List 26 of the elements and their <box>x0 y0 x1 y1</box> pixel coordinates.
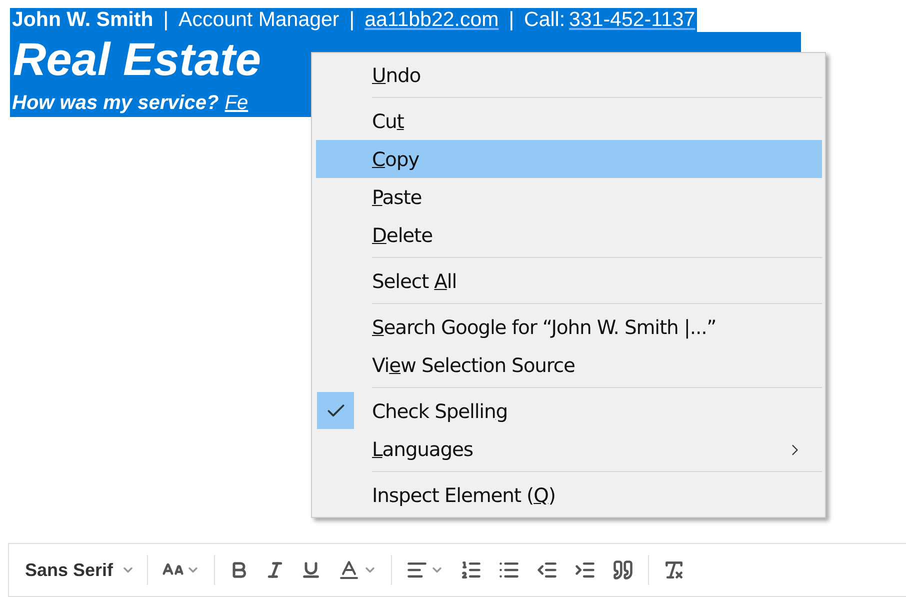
menu-item[interactable]: View Selection Source <box>316 346 822 384</box>
menu-item[interactable]: Delete <box>316 216 822 254</box>
signature-link[interactable]: 331-452-1137 <box>567 8 698 32</box>
signature-text: Account Manager <box>178 8 340 32</box>
separator-text: | <box>508 8 516 32</box>
menu-item[interactable]: Languages <box>316 430 822 468</box>
menu-item[interactable]: Check Spelling <box>316 392 822 430</box>
menu-item[interactable]: Inspect Element (Q) <box>316 476 822 514</box>
menu-item[interactable]: Paste <box>316 178 822 216</box>
menu-item[interactable]: Search Google for “John W. Smith |...” <box>316 308 822 346</box>
separator-text: | <box>348 8 356 32</box>
menu-item[interactable]: Copy <box>316 140 822 178</box>
quote-icon <box>612 559 634 581</box>
service-question: How was my service? <box>11 91 220 116</box>
remove-formatting-icon <box>663 559 686 581</box>
menu-item[interactable]: Cut <box>316 102 822 140</box>
font-dropdown[interactable]: Sans Serif <box>21 556 140 584</box>
signature-text: Call: <box>523 8 566 32</box>
check-icon <box>317 392 354 429</box>
separator-text: | <box>162 8 170 32</box>
numbered-list-icon <box>460 559 482 581</box>
signature-link[interactable]: aa11bb22.com <box>362 8 501 32</box>
feedback-link[interactable]: Fe <box>222 90 252 117</box>
underline-icon <box>301 560 322 580</box>
signature-text: John W. Smith <box>11 8 154 32</box>
menu-item[interactable]: Select All <box>316 262 822 300</box>
